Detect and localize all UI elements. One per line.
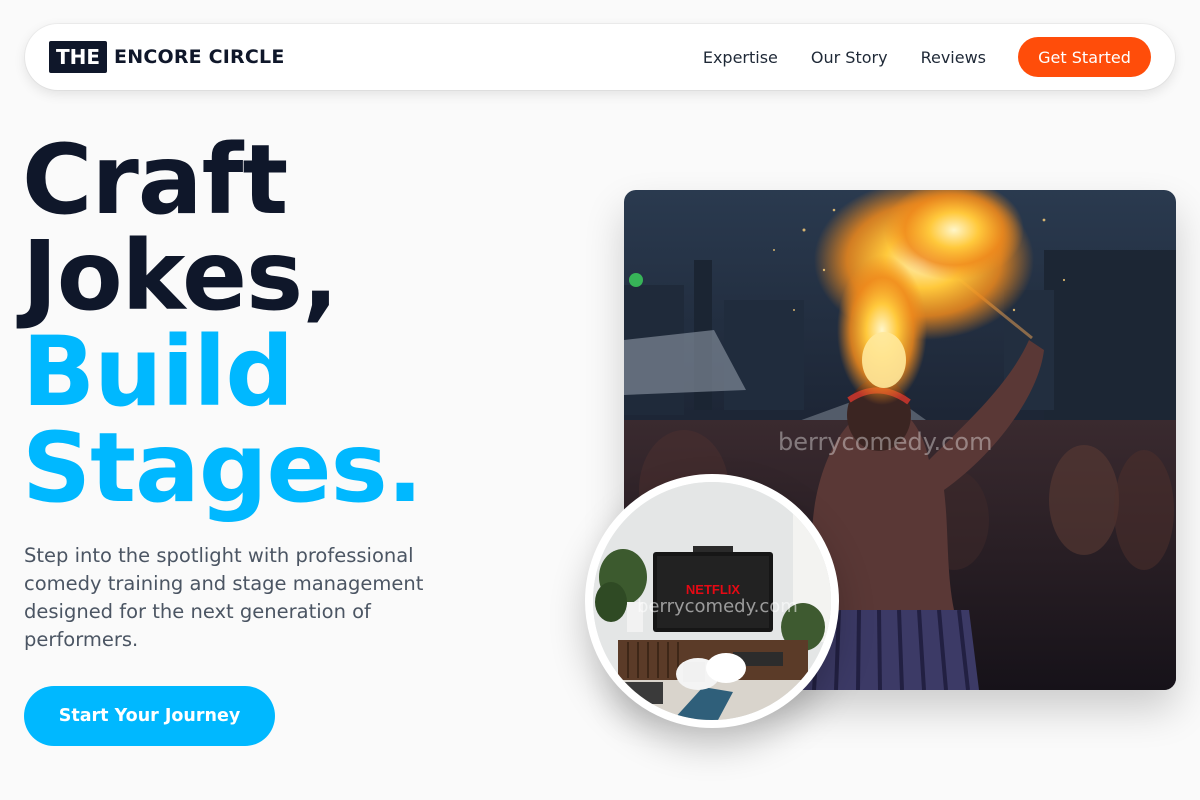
brand-logo[interactable]: THE ENCORE CIRCLE: [49, 41, 285, 73]
brand-logo-box: THE: [49, 41, 108, 73]
tv-lounge-image: NETFLIX berrycomedy.com: [585, 474, 839, 728]
start-journey-button[interactable]: Start Your Journey: [24, 686, 275, 746]
nav-links: Expertise Our Story Reviews Get Started: [703, 37, 1151, 77]
hero-title-line-2: Jokes,: [22, 220, 339, 332]
hero-title-line-1: Craft: [22, 124, 288, 236]
nav-link-reviews[interactable]: Reviews: [921, 48, 986, 67]
navbar: THE ENCORE CIRCLE Expertise Our Story Re…: [25, 24, 1175, 90]
hero-title-line-3: Build: [22, 316, 294, 428]
brand-name: ENCORE CIRCLE: [114, 46, 285, 68]
nav-link-expertise[interactable]: Expertise: [703, 48, 778, 67]
tv-netflix-logo: NETFLIX: [686, 582, 740, 597]
hero-title: Craft Jokes, Build Stages.: [22, 124, 423, 524]
nav-link-our-story[interactable]: Our Story: [811, 48, 888, 67]
hero-title-line-4: Stages.: [22, 412, 423, 524]
get-started-button[interactable]: Get Started: [1018, 37, 1151, 77]
hero-subtitle: Step into the spotlight with professiona…: [24, 544, 424, 651]
circle-image-watermark: berrycomedy.com: [637, 596, 798, 617]
main-image-watermark: berrycomedy.com: [778, 428, 993, 456]
